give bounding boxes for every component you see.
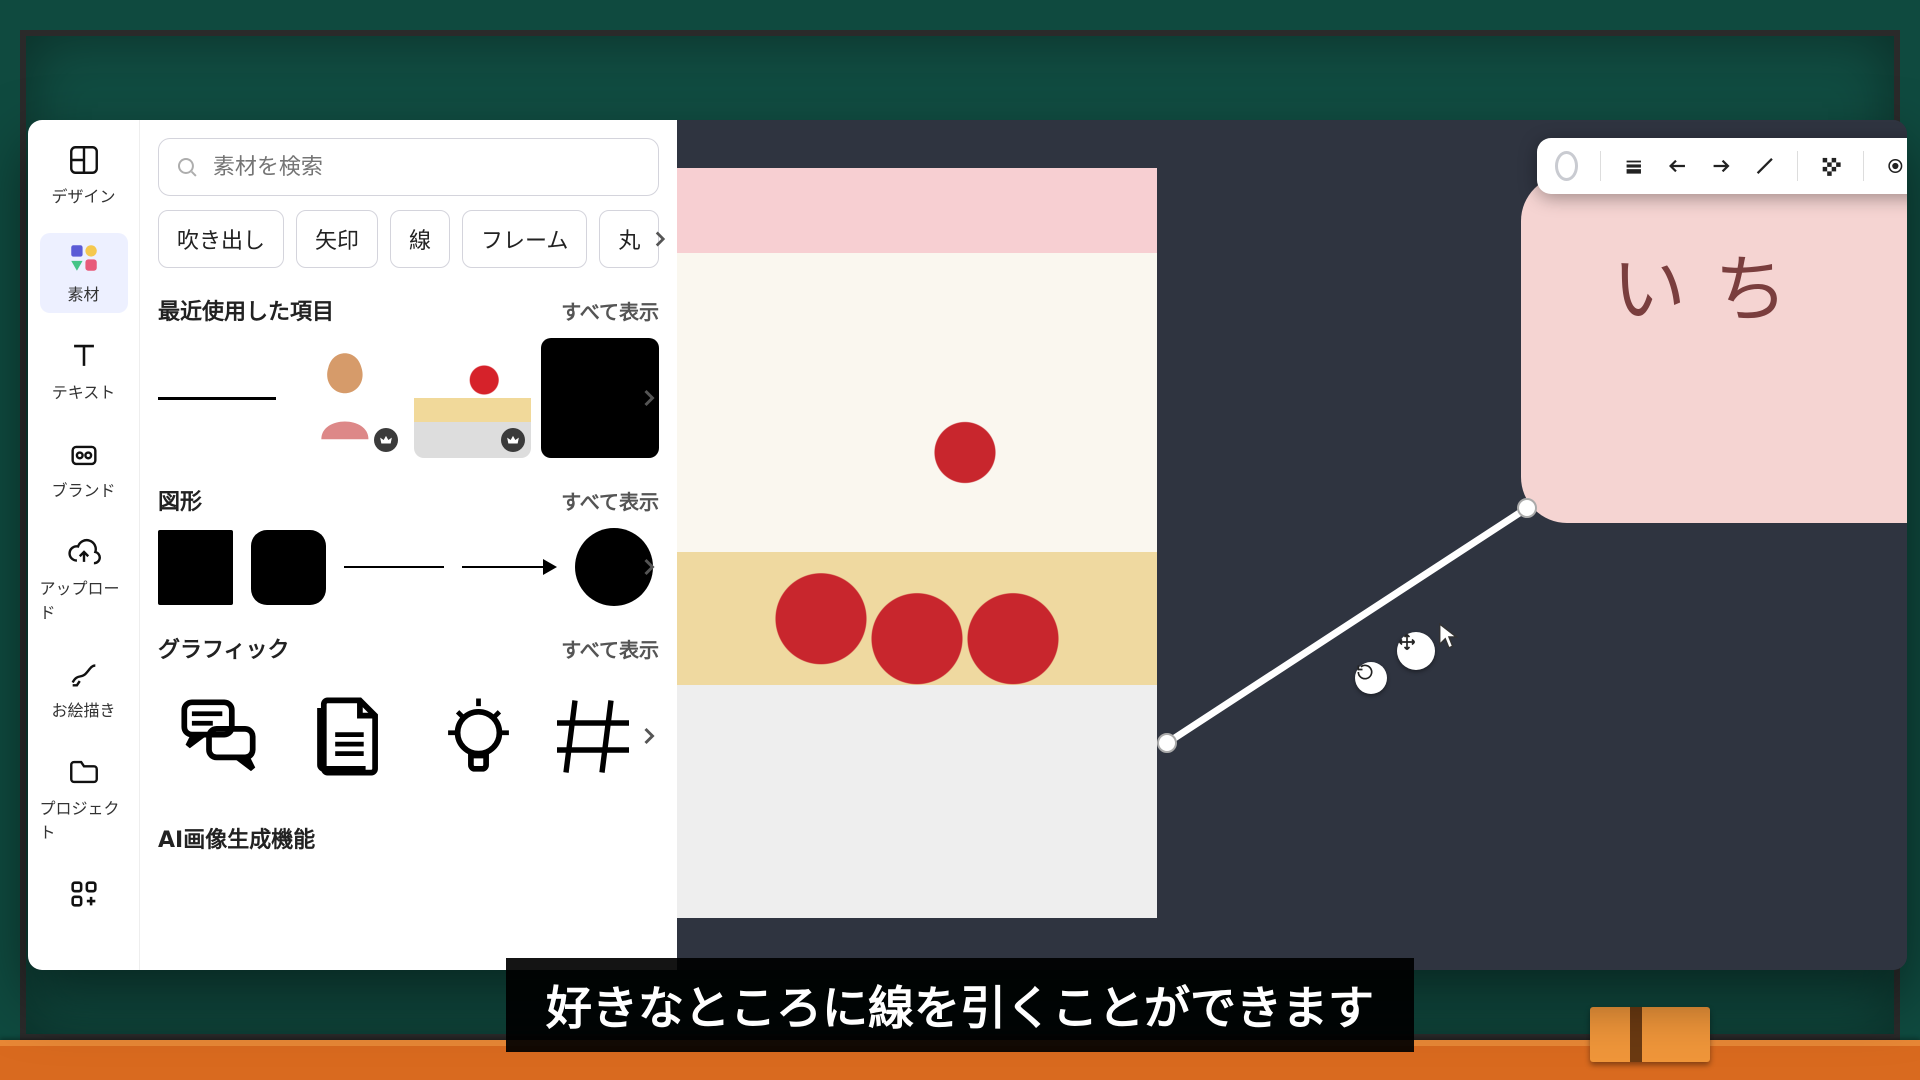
mouse-cursor-icon bbox=[1437, 622, 1459, 650]
shapes-scroll-right[interactable] bbox=[635, 553, 663, 581]
nav-elements-label: 素材 bbox=[67, 281, 99, 305]
contextual-toolbar: アニメート 配置 bbox=[1537, 138, 1907, 194]
nav-project[interactable]: プロジェクト bbox=[40, 747, 128, 851]
chip-arrow[interactable]: 矢印 bbox=[296, 210, 378, 268]
section-shapes: 図形 すべて表示 bbox=[140, 484, 677, 606]
line-type-button[interactable] bbox=[1754, 151, 1776, 181]
nav-elements[interactable]: 素材 bbox=[40, 233, 128, 313]
section-recent-more[interactable]: すべて表示 bbox=[561, 296, 659, 325]
chips-scroll-right[interactable] bbox=[647, 226, 673, 252]
search-input[interactable] bbox=[213, 155, 642, 180]
graphic-document-icon[interactable] bbox=[288, 676, 408, 796]
shape-line[interactable] bbox=[344, 566, 444, 568]
line-color-picker[interactable] bbox=[1555, 151, 1578, 181]
canvas-pink-label[interactable]: いち bbox=[1521, 175, 1907, 523]
chip-frame[interactable]: フレーム bbox=[462, 210, 587, 268]
line-end-arrow-right[interactable] bbox=[1710, 151, 1732, 181]
rotate-handle[interactable] bbox=[1355, 662, 1387, 694]
graphic-chat-icon[interactable] bbox=[158, 676, 278, 796]
section-recent-title: 最近使用した項目 bbox=[158, 294, 334, 326]
section-shapes-title: 図形 bbox=[158, 484, 202, 516]
nav-apps[interactable] bbox=[40, 869, 128, 919]
category-chips: 吹き出し 矢印 線 フレーム 丸 bbox=[140, 210, 677, 268]
nav-upload-label: アップロード bbox=[40, 575, 128, 623]
nav-design-label: デザイン bbox=[51, 183, 115, 207]
elements-panel: 吹き出し 矢印 線 フレーム 丸 最近使用した項目 すべて表示 bbox=[140, 120, 677, 970]
recent-scroll-right[interactable] bbox=[635, 384, 663, 412]
sticky-notes bbox=[1590, 1007, 1710, 1062]
recent-item-photo-cake[interactable] bbox=[414, 338, 532, 458]
section-recent: 最近使用した項目 すべて表示 bbox=[140, 294, 677, 458]
search-bar[interactable] bbox=[158, 138, 659, 196]
vertical-nav: デザイン 素材 テキスト ブランド アップロード bbox=[28, 120, 140, 970]
line-weight-button[interactable] bbox=[1623, 151, 1645, 181]
recent-item-illustration[interactable] bbox=[286, 338, 404, 458]
nav-design[interactable]: デザイン bbox=[40, 135, 128, 215]
brand-icon bbox=[67, 437, 101, 471]
shape-arrow[interactable] bbox=[462, 559, 557, 575]
nav-text[interactable]: テキスト bbox=[40, 331, 128, 411]
line-endpoint-start[interactable] bbox=[1157, 733, 1177, 753]
layout-icon bbox=[67, 143, 101, 177]
animate-icon bbox=[1886, 151, 1905, 181]
move-handle[interactable] bbox=[1397, 632, 1435, 670]
editor-app-window: デザイン 素材 テキスト ブランド アップロード bbox=[28, 120, 1907, 970]
canvas-photo-card[interactable] bbox=[677, 168, 1157, 908]
nav-draw[interactable]: お絵描き bbox=[40, 649, 128, 729]
recent-item-line[interactable] bbox=[158, 338, 276, 458]
canvas-area[interactable]: いち bbox=[677, 120, 1907, 970]
line-start-arrow-left[interactable] bbox=[1667, 151, 1689, 181]
video-caption: 好きなところに線を引くことができます bbox=[506, 958, 1414, 1052]
nav-text-label: テキスト bbox=[52, 379, 116, 403]
section-graphics-more[interactable]: すべて表示 bbox=[561, 634, 659, 663]
chip-speech-bubble[interactable]: 吹き出し bbox=[158, 210, 284, 268]
graphics-scroll-right[interactable] bbox=[635, 722, 663, 750]
folder-icon bbox=[67, 755, 101, 789]
premium-badge-icon bbox=[501, 428, 525, 452]
section-shapes-more[interactable]: すべて表示 bbox=[561, 486, 659, 515]
nav-project-label: プロジェクト bbox=[40, 795, 128, 843]
premium-badge-icon bbox=[374, 428, 398, 452]
line-endpoint-end[interactable] bbox=[1517, 498, 1537, 518]
shapes-icon bbox=[67, 241, 101, 275]
shape-rounded-square[interactable] bbox=[251, 530, 326, 605]
nav-brand[interactable]: ブランド bbox=[40, 429, 128, 509]
graphic-hash-icon[interactable] bbox=[548, 676, 638, 796]
section-ai-title: AI画像生成機能 bbox=[158, 822, 315, 854]
canvas-label-text: いち bbox=[1612, 230, 1816, 337]
section-graphics: グラフィック すべて表示 bbox=[140, 632, 677, 796]
shape-square[interactable] bbox=[158, 530, 233, 605]
search-icon bbox=[175, 154, 199, 180]
cloud-upload-icon bbox=[67, 535, 101, 569]
apps-icon bbox=[67, 877, 101, 911]
cake-photo bbox=[677, 253, 1157, 918]
nav-upload[interactable]: アップロード bbox=[40, 527, 128, 631]
draw-icon bbox=[67, 657, 101, 691]
selected-line-element[interactable] bbox=[1167, 508, 1537, 758]
nav-brand-label: ブランド bbox=[51, 477, 115, 501]
text-icon bbox=[67, 339, 101, 373]
section-graphics-title: グラフィック bbox=[158, 632, 290, 664]
nav-draw-label: お絵描き bbox=[51, 697, 115, 721]
section-ai-images: AI画像生成機能 bbox=[140, 822, 677, 854]
graphic-lightbulb-icon[interactable] bbox=[418, 676, 538, 796]
chip-line[interactable]: 線 bbox=[390, 210, 450, 268]
transparency-button[interactable] bbox=[1820, 151, 1842, 181]
